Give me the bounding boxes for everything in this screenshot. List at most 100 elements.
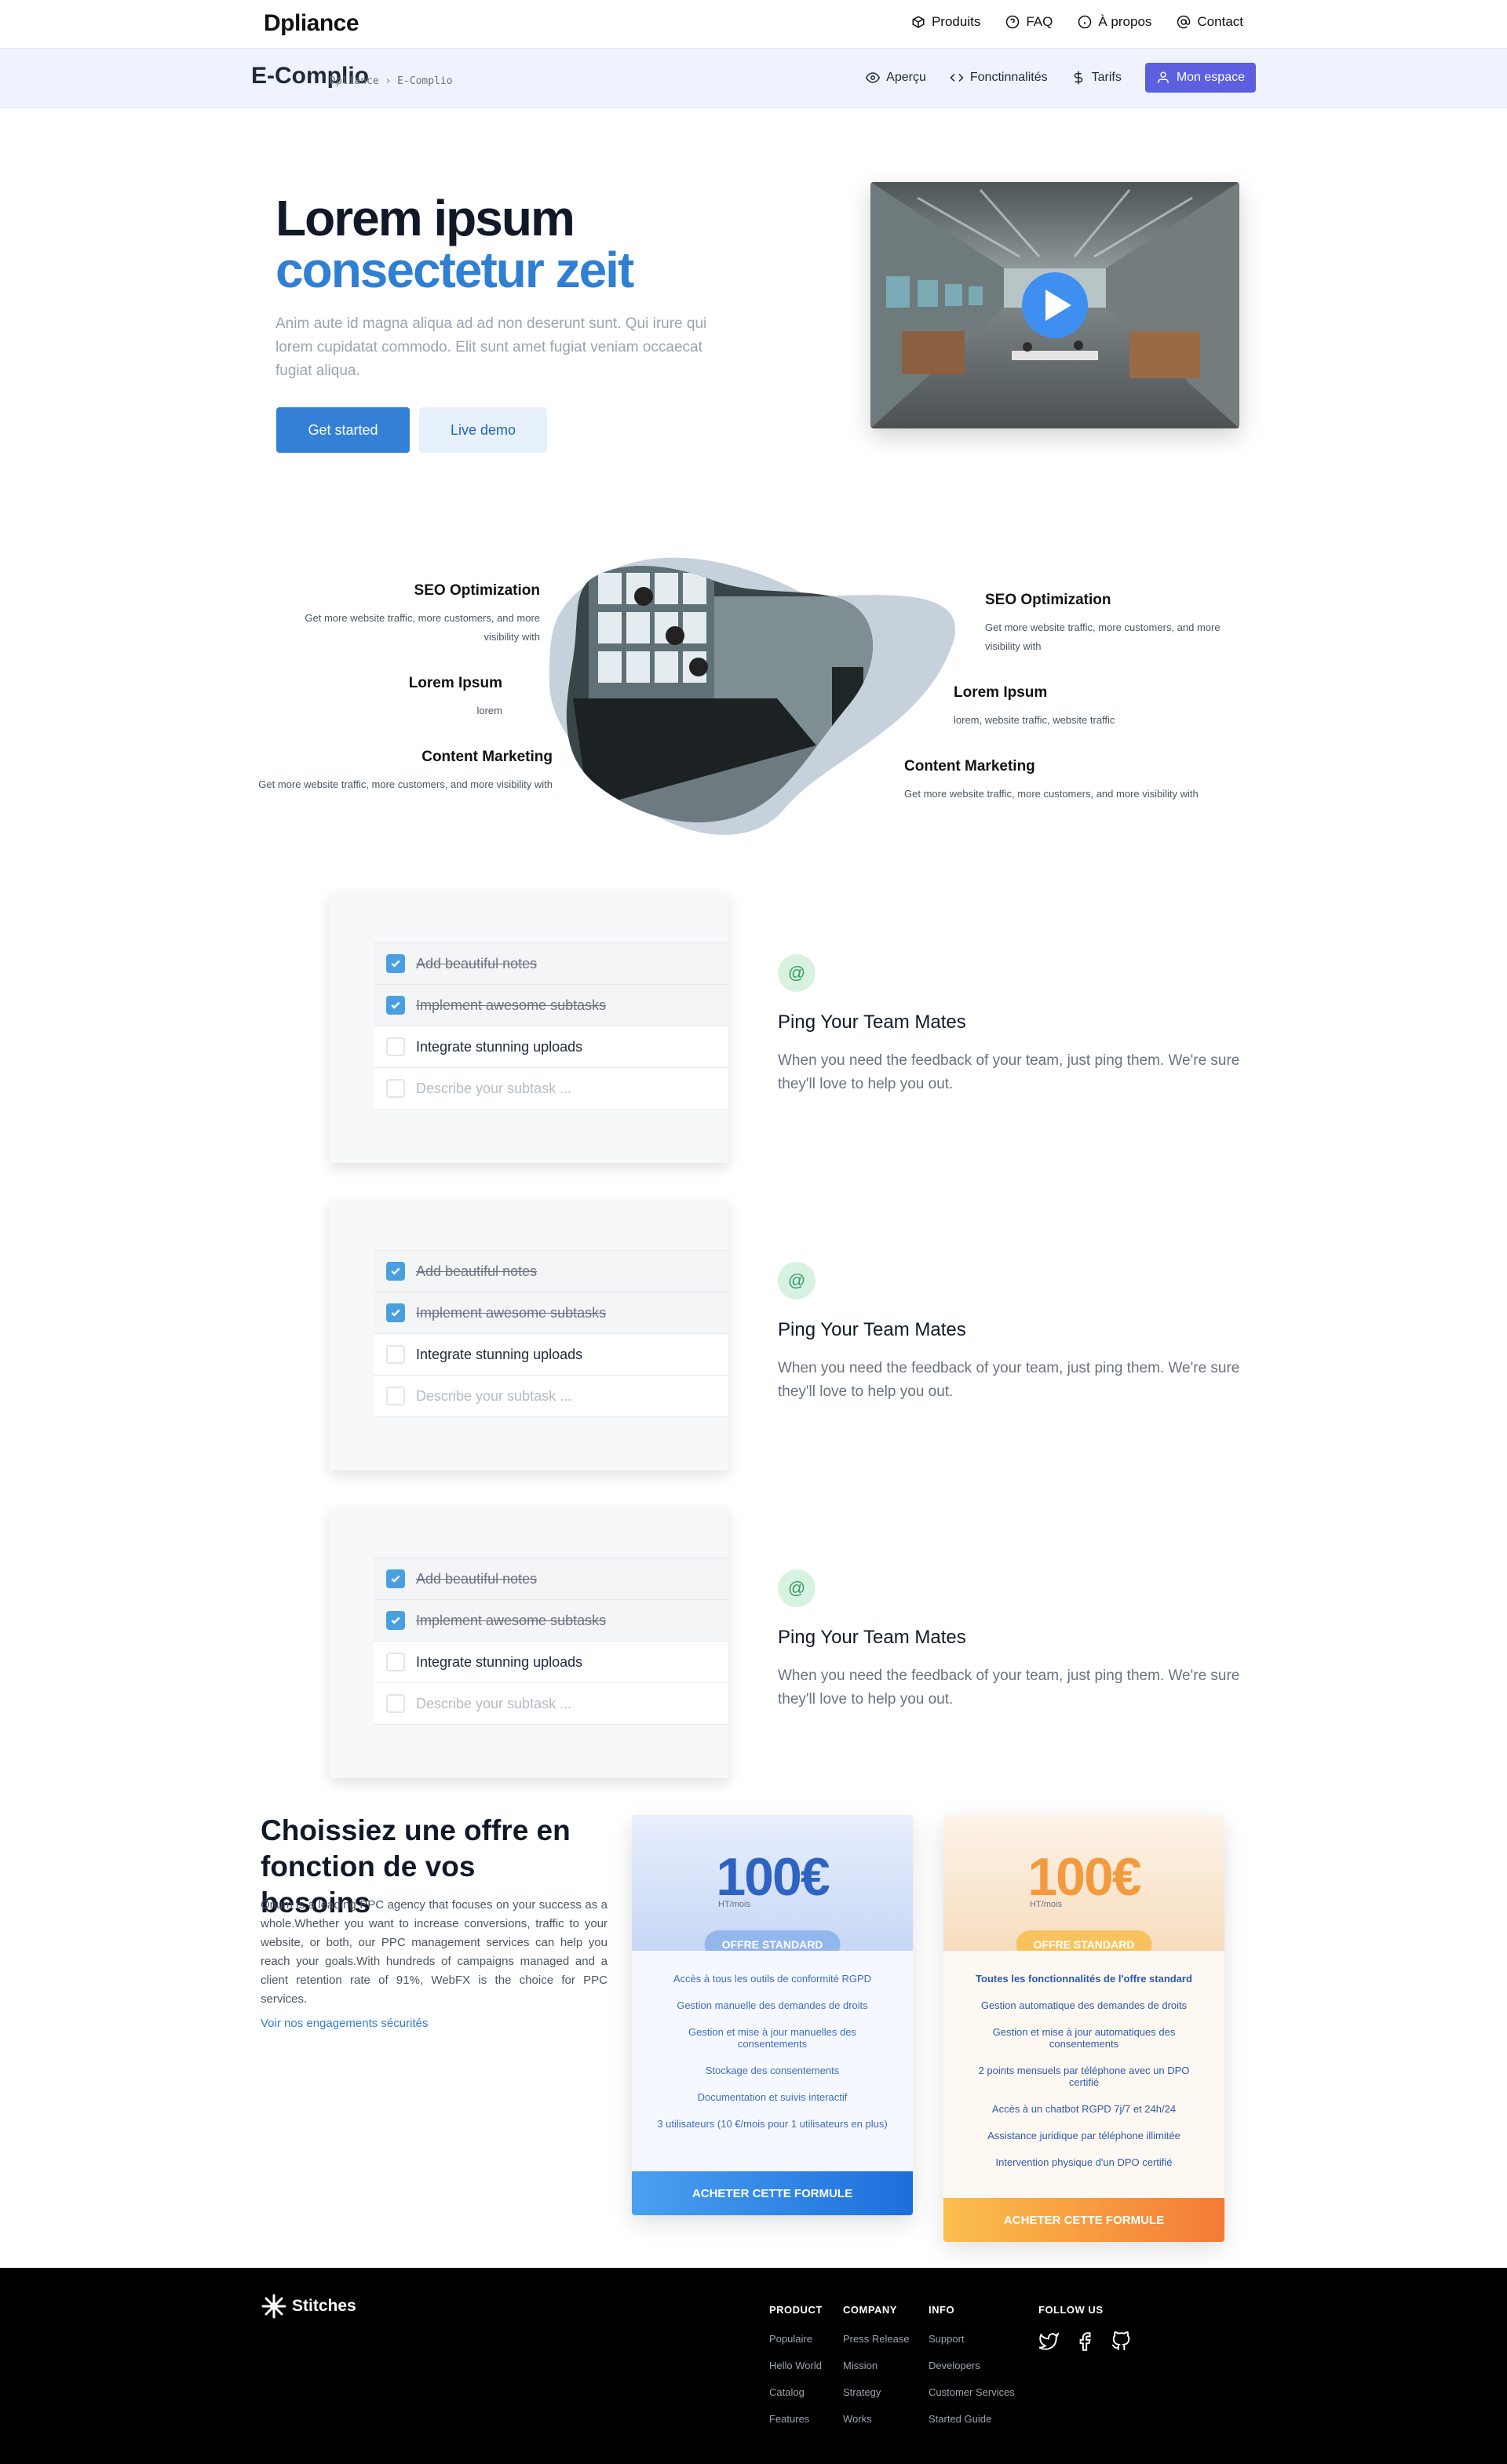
footer-link[interactable]: Features [769, 2413, 823, 2425]
checkbox-icon[interactable] [386, 1653, 405, 1671]
nav-label: FAQ [1026, 14, 1053, 29]
ping-title: Ping Your Team Mates [778, 1011, 966, 1033]
nav-label: Contact [1197, 14, 1243, 29]
footer-link[interactable]: Developers [929, 2360, 1015, 2371]
task-item[interactable]: Implement awesome subtasks [374, 985, 728, 1026]
task-list: Add beautiful notes Implement awesome su… [374, 1250, 728, 1417]
dollar-icon [1074, 71, 1082, 85]
showroom-image [549, 557, 956, 835]
checkbox-checked-icon[interactable] [386, 1303, 405, 1322]
footer-logo[interactable]: Stitches [261, 2293, 356, 2320]
account-button[interactable]: Mon espace [1144, 63, 1256, 93]
ping-desc: When you need the feedback of your team,… [778, 1668, 1240, 1708]
footer-link[interactable]: Catalog [769, 2386, 823, 2398]
live-demo-button[interactable]: Live demo [419, 407, 547, 453]
footer-column-info: INFO Support Developers Customer Service… [929, 2304, 1015, 2440]
checkbox-checked-icon[interactable] [386, 996, 405, 1015]
user-icon [1158, 71, 1169, 83]
buy-plan-button[interactable]: ACHETER CETTE FORMULE [943, 2198, 1224, 2242]
task-item[interactable]: Add beautiful notes [374, 1558, 728, 1600]
checkbox-icon[interactable] [386, 1694, 405, 1713]
footer: Stitches PRODUCT Populaire Hello World C… [0, 2268, 1507, 2464]
plan-header: 100€ HT/mois OFFRE STANDARD [632, 1815, 913, 1959]
security-link[interactable]: Voir nos engagements sécurités [261, 2017, 428, 2030]
footer-link[interactable]: Strategy [843, 2386, 910, 2398]
at-sign-icon [1177, 15, 1191, 29]
feature-title: Lorem Ipsum [408, 675, 502, 691]
checkbox-icon[interactable] [386, 1387, 405, 1405]
help-circle-icon [1006, 15, 1020, 29]
office-image [870, 182, 1239, 428]
nav-label: Aperçu [886, 71, 926, 84]
checkbox-checked-icon[interactable] [386, 1262, 405, 1281]
checkbox-icon[interactable] [386, 1037, 405, 1056]
task-item[interactable]: Add beautiful notes [374, 943, 728, 985]
task-label: Integrate stunning uploads [416, 1346, 583, 1362]
pricing-text: Onum is a leading PPC agency that focuse… [261, 1898, 608, 2006]
top-nav: Produits FAQ À propos Contact [911, 14, 1243, 30]
subtask-input[interactable]: Describe your subtask ... [374, 1376, 728, 1417]
footer-link[interactable]: Mission [843, 2360, 910, 2371]
plan-feature: Documentation et suivis interactif [697, 2091, 848, 2103]
plan-period: HT/mois [718, 1900, 750, 1909]
checkbox-checked-icon[interactable] [386, 1611, 405, 1630]
checkbox-checked-icon[interactable] [386, 954, 405, 973]
subtask-placeholder: Describe your subtask ... [416, 1387, 572, 1404]
task-card: Add beautiful notes Implement awesome su… [330, 893, 728, 1163]
subtask-input[interactable]: Describe your subtask ... [374, 1068, 728, 1110]
twitter-icon[interactable] [1038, 2331, 1059, 2352]
ping-title: Ping Your Team Mates [778, 1627, 966, 1648]
feature-desc: Get more website traffic, more customers… [985, 621, 1221, 652]
nav-item-apercu[interactable]: Aperçu [866, 71, 926, 85]
task-item[interactable]: Integrate stunning uploads [374, 1334, 728, 1376]
nav-item-contact[interactable]: Contact [1177, 14, 1243, 30]
footer-link[interactable]: Customer Services [929, 2386, 1015, 2398]
plan-card-standard: 100€ HT/mois OFFRE STANDARD Accès à tous… [632, 1815, 913, 2215]
task-item[interactable]: Integrate stunning uploads [374, 1642, 728, 1683]
hero-title-line1: Lorem ipsum [275, 190, 575, 246]
footer-column-product: PRODUCT Populaire Hello World Catalog Fe… [769, 2304, 823, 2440]
task-item[interactable]: Implement awesome subtasks [374, 1292, 728, 1334]
nav-label: Fonctinnalités [969, 71, 1048, 84]
plan-price: 100€ [716, 1847, 830, 1907]
task-item[interactable]: Add beautiful notes [374, 1251, 728, 1292]
task-label: Add beautiful notes [416, 1263, 538, 1279]
footer-link[interactable]: Support [929, 2333, 1015, 2345]
facebook-icon[interactable] [1075, 2331, 1095, 2352]
get-started-button[interactable]: Get started [276, 407, 410, 453]
nav-item-tarifs[interactable]: Tarifs [1071, 71, 1122, 85]
task-card: Add beautiful notes Implement awesome su… [330, 1201, 728, 1471]
github-icon[interactable] [1111, 2331, 1131, 2352]
footer-link[interactable]: Populaire [769, 2333, 823, 2345]
plan-feature: Stockage des consentements [705, 2065, 840, 2076]
buy-plan-button[interactable]: ACHETER CETTE FORMULE [632, 2171, 913, 2215]
plan-feature: Gestion et mise à jour automatiques des … [992, 2026, 1176, 2050]
checkbox-icon[interactable] [386, 1079, 405, 1098]
footer-link[interactable]: Hello World [769, 2360, 823, 2371]
nav-item-fonctionnalites[interactable]: Fonctinnalités [950, 71, 1048, 85]
footer-link[interactable]: Started Guide [929, 2413, 1015, 2425]
task-item[interactable]: Integrate stunning uploads [374, 1026, 728, 1068]
task-item[interactable]: Implement awesome subtasks [374, 1600, 728, 1642]
product-navbar: E-Complio Dpliance › E-Complio Aperçu Fo… [0, 49, 1507, 108]
footer-link[interactable]: Press Release [843, 2333, 910, 2345]
feature-title: Content Marketing [421, 749, 553, 765]
subtask-input[interactable]: Describe your subtask ... [374, 1683, 728, 1725]
footer-column-company: COMPANY Press Release Mission Strategy W… [843, 2304, 910, 2440]
nav-item-apropos[interactable]: À propos [1078, 14, 1151, 30]
nav-label: Tarifs [1091, 71, 1122, 84]
account-button-label: Mon espace [1176, 71, 1245, 84]
checkbox-checked-icon[interactable] [386, 1569, 405, 1588]
nav-item-faq[interactable]: FAQ [1005, 14, 1053, 30]
code-icon [950, 73, 964, 82]
checkbox-icon[interactable] [386, 1345, 405, 1364]
task-list: Add beautiful notes Implement awesome su… [374, 942, 728, 1110]
feature-desc: Get more website traffic, more customers… [258, 778, 553, 790]
brand-logo[interactable]: Dpliance [264, 10, 359, 37]
footer-column-title: INFO [929, 2304, 955, 2316]
plan-feature: Gestion manuelle des demandes de droits [677, 1999, 868, 2011]
footer-link[interactable]: Works [843, 2413, 910, 2425]
nav-item-produits[interactable]: Produits [911, 14, 980, 30]
task-label: Integrate stunning uploads [416, 1653, 583, 1670]
hero-video[interactable] [870, 182, 1239, 428]
